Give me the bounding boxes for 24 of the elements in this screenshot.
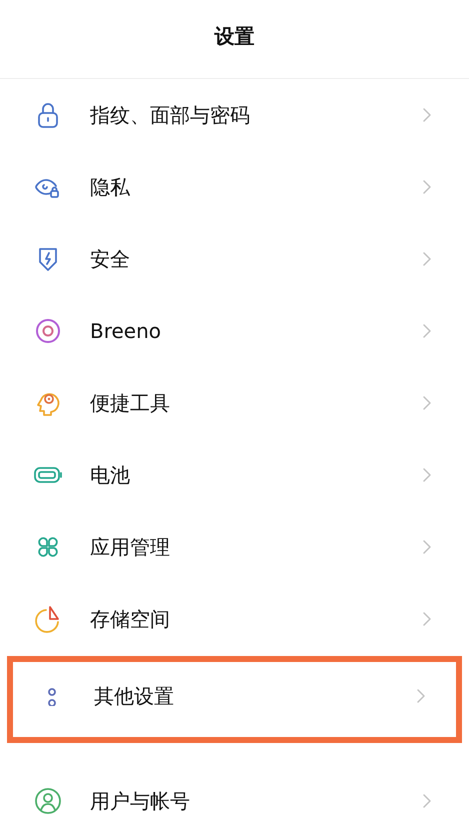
row-label: 安全 xyxy=(90,246,131,273)
settings-row[interactable]: 应用管理 xyxy=(0,511,469,583)
row-label: 便捷工具 xyxy=(90,390,171,417)
row-label: 电池 xyxy=(90,462,131,489)
dots-icon xyxy=(47,686,57,706)
row-label: 隐私 xyxy=(90,174,131,201)
row-label: 其他设置 xyxy=(94,683,175,710)
page-title: 设置 xyxy=(214,22,254,50)
ring-icon xyxy=(33,316,63,346)
settings-row[interactable]: 隐私 xyxy=(0,151,469,223)
row-label: Breeno xyxy=(90,318,162,345)
settings-row[interactable]: Breeno xyxy=(0,295,469,367)
row-label: 指纹、面部与密码 xyxy=(90,102,251,129)
settings-row[interactable]: 指纹、面部与密码 xyxy=(0,79,469,151)
row-label: 应用管理 xyxy=(90,534,171,561)
settings-row[interactable]: 电池 xyxy=(0,439,469,511)
settings-row[interactable]: 安全 xyxy=(0,223,469,295)
user-icon xyxy=(33,786,63,816)
settings-row[interactable]: 存储空间 xyxy=(0,583,469,655)
settings-row[interactable]: 便捷工具 xyxy=(0,367,469,439)
highlighted-settings-row[interactable]: 其他设置 xyxy=(7,656,462,743)
row-label: 存储空间 xyxy=(90,606,171,633)
row-label: 用户与帐号 xyxy=(90,788,191,815)
settings-row[interactable]: 用户与帐号 xyxy=(0,765,469,823)
